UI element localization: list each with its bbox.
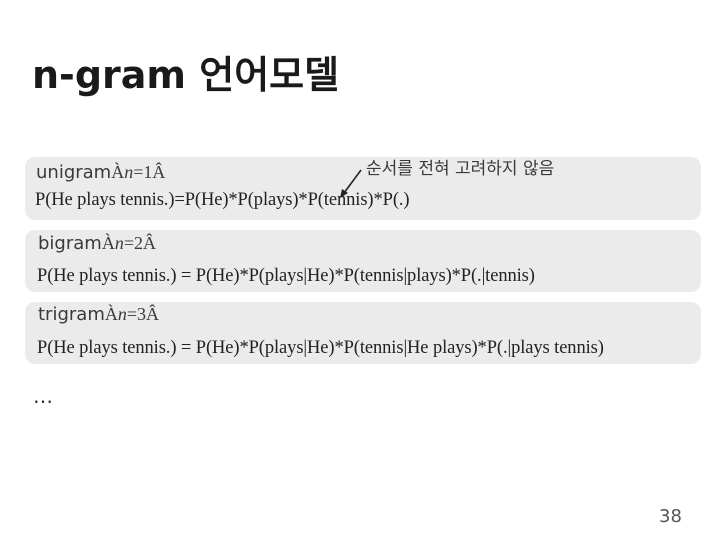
model-name: bigram — [38, 233, 102, 254]
open-mark: À — [104, 304, 118, 324]
n-expression: n=2 — [115, 233, 143, 253]
n-variable: n — [114, 233, 124, 253]
ellipsis: … — [33, 384, 53, 408]
annotation-arrow-icon — [340, 169, 362, 198]
n-value: =1 — [133, 162, 153, 182]
close-mark: Â — [146, 304, 160, 324]
annotation-note: 순서를 전혀 고려하지 않음 — [366, 159, 555, 179]
n-variable: n — [117, 304, 127, 324]
n-value: =3 — [126, 304, 147, 324]
model-name: trigram — [38, 304, 105, 325]
trigram-label: trigramÀn=3Â — [38, 304, 159, 325]
model-name: unigram — [36, 162, 112, 183]
trigram-formula: P(He plays tennis.) = P(He)*P(plays|He)*… — [37, 338, 604, 358]
bigram-formula: P(He plays tennis.) = P(He)*P(plays|He)*… — [37, 266, 535, 286]
n-expression: n=1 — [124, 162, 152, 182]
n-expression: n=3 — [118, 304, 146, 324]
open-mark: À — [111, 162, 125, 182]
close-mark: Â — [142, 233, 156, 253]
n-variable: n — [124, 162, 134, 182]
close-mark: Â — [152, 162, 166, 182]
bigram-label: bigramÀn=2Â — [38, 233, 156, 254]
page-number: 38 — [659, 506, 682, 527]
slide-title: n-gram 언어모델 — [32, 53, 340, 97]
open-mark: À — [101, 233, 115, 253]
n-value: =2 — [123, 233, 143, 253]
unigram-label: unigramÀn=1Â — [36, 162, 165, 183]
